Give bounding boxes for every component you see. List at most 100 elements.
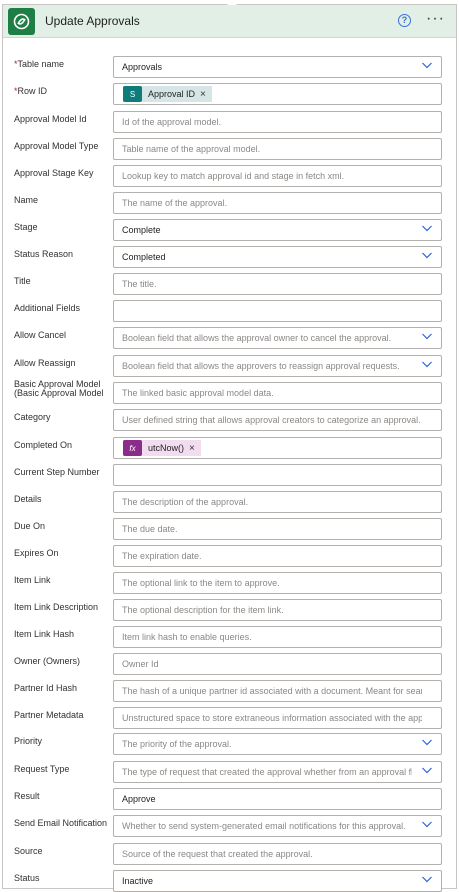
owner-placeholder: Owner Id: [122, 659, 159, 669]
priority-placeholder: The priority of the approval.: [122, 739, 232, 749]
details-input[interactable]: The description of the approval.: [113, 491, 442, 513]
additional-fields-input[interactable]: [113, 300, 442, 322]
help-icon[interactable]: ?: [398, 14, 411, 27]
partner-id-hash-label: Partner Id Hash: [14, 683, 112, 694]
category-input[interactable]: User defined string that allows approval…: [113, 409, 442, 431]
row-id-input[interactable]: S Approval ID ×: [113, 83, 442, 105]
partner-metadata-label-text: Partner Metadata: [14, 710, 84, 720]
table-name-label-text: Table name: [17, 59, 65, 69]
due-on-label-text: Due On: [14, 521, 46, 531]
owner-input[interactable]: Owner Id: [113, 653, 442, 675]
allow-reassign-label-text: Allow Reassign: [14, 358, 76, 368]
send-email-notification-placeholder: Whether to send system-generated email n…: [122, 821, 406, 831]
status-reason-selected-value: Completed: [122, 252, 166, 262]
allow-reassign-label: Allow Reassign: [14, 358, 112, 369]
category-label-text: Category: [14, 412, 51, 422]
partner-metadata-placeholder: Unstructured space to store extraneous i…: [122, 713, 422, 723]
result-value: Approve: [122, 794, 156, 804]
approval-stage-key-input[interactable]: Lookup key to match approval id and stag…: [113, 165, 442, 187]
stage-dropdown[interactable]: Complete: [113, 219, 442, 241]
stage-label: Stage: [14, 222, 112, 233]
expires-on-placeholder: The expiration date.: [122, 551, 202, 561]
priority-label-text: Priority: [14, 736, 43, 746]
chevron-down-icon[interactable]: [422, 767, 432, 774]
completed-on-label-text: Completed On: [14, 440, 73, 450]
send-email-notification-label: Send Email Notification: [14, 818, 112, 829]
basic-approval-model-input[interactable]: The linked basic approval model data.: [113, 382, 442, 404]
title-placeholder: The title.: [122, 279, 157, 289]
current-step-number-label: Current Step Number: [14, 467, 112, 478]
remove-token-icon[interactable]: ×: [200, 89, 206, 100]
details-placeholder: The description of the approval.: [122, 497, 249, 507]
action-title: Update Approvals: [45, 14, 140, 28]
approval-stage-key-label: Approval Stage Key: [14, 168, 112, 179]
approval-model-type-input[interactable]: Table name of the approval model.: [113, 138, 442, 160]
request-type-placeholder: The type of request that created the app…: [122, 767, 412, 777]
item-link-description-label-text: Item Link Description: [14, 602, 99, 612]
chevron-down-icon[interactable]: [422, 333, 432, 340]
allow-cancel-placeholder: Boolean field that allows the approval o…: [122, 333, 392, 343]
approval-model-id-label: Approval Model Id: [14, 114, 112, 125]
chevron-down-icon[interactable]: [422, 225, 432, 232]
request-type-dropdown[interactable]: The type of request that created the app…: [113, 761, 442, 783]
row-id-token-label: Approval ID: [148, 89, 196, 99]
send-email-notification-dropdown[interactable]: Whether to send system-generated email n…: [113, 815, 442, 837]
completed-on-label: Completed On: [14, 440, 112, 451]
result-label: Result: [14, 791, 112, 802]
row-id-label-text: Row ID: [17, 86, 48, 96]
chevron-down-icon[interactable]: [422, 876, 432, 883]
action-header[interactable]: Update Approvals ? ···: [3, 5, 456, 38]
more-options-icon[interactable]: ···: [426, 10, 445, 28]
partner-metadata-input[interactable]: Unstructured space to store extraneous i…: [113, 707, 442, 729]
approval-stage-key-placeholder: Lookup key to match approval id and stag…: [122, 171, 345, 181]
row-id-token[interactable]: S Approval ID ×: [123, 86, 212, 102]
approval-model-id-placeholder: Id of the approval model.: [122, 117, 222, 127]
partner-id-hash-input[interactable]: The hash of a unique partner id associat…: [113, 680, 442, 702]
name-label: Name: [14, 195, 112, 206]
chevron-down-icon[interactable]: [422, 62, 432, 69]
partner-id-hash-label-text: Partner Id Hash: [14, 683, 78, 693]
remove-token-icon[interactable]: ×: [189, 443, 195, 454]
allow-reassign-dropdown[interactable]: Boolean field that allows the approvers …: [113, 355, 442, 377]
additional-fields-label-text: Additional Fields: [14, 303, 81, 313]
chevron-down-icon[interactable]: [422, 252, 432, 259]
completed-on-token[interactable]: fx utcNow() ×: [123, 440, 201, 456]
due-on-input[interactable]: The due date.: [113, 518, 442, 540]
additional-fields-label: Additional Fields: [14, 303, 112, 314]
title-label-text: Title: [14, 276, 31, 286]
priority-dropdown[interactable]: The priority of the approval.: [113, 733, 442, 755]
current-step-number-input[interactable]: [113, 464, 442, 486]
item-link-hash-placeholder: Item link hash to enable queries.: [122, 632, 252, 642]
item-link-input[interactable]: The optional link to the item to approve…: [113, 572, 442, 594]
item-link-hash-input[interactable]: Item link hash to enable queries.: [113, 626, 442, 648]
expires-on-input[interactable]: The expiration date.: [113, 545, 442, 567]
name-input[interactable]: The name of the approval.: [113, 192, 442, 214]
title-input[interactable]: The title.: [113, 273, 442, 295]
table-name-label: *Table name: [14, 59, 112, 70]
chevron-down-icon[interactable]: [422, 361, 432, 368]
chevron-down-icon[interactable]: [422, 739, 432, 746]
allow-cancel-label-text: Allow Cancel: [14, 330, 67, 340]
item-link-description-label: Item Link Description: [14, 602, 112, 613]
send-email-notification-label-text: Send Email Notification: [14, 818, 108, 828]
title-label: Title: [14, 276, 112, 287]
details-label: Details: [14, 494, 112, 505]
approval-model-id-input[interactable]: Id of the approval model.: [113, 111, 442, 133]
source-input[interactable]: Source of the request that created the a…: [113, 843, 442, 865]
completed-on-input[interactable]: fx utcNow() ×: [113, 437, 442, 459]
partner-metadata-label: Partner Metadata: [14, 710, 112, 721]
item-link-description-input[interactable]: The optional description for the item li…: [113, 599, 442, 621]
status-dropdown[interactable]: Inactive: [113, 870, 442, 892]
status-reason-label: Status Reason: [14, 249, 112, 260]
name-placeholder: The name of the approval.: [122, 198, 228, 208]
stage-label-text: Stage: [14, 222, 38, 232]
status-reason-dropdown[interactable]: Completed: [113, 246, 442, 268]
approval-stage-key-label-text: Approval Stage Key: [14, 168, 94, 178]
chevron-down-icon[interactable]: [422, 821, 432, 828]
item-link-placeholder: The optional link to the item to approve…: [122, 578, 280, 588]
result-input[interactable]: Approve: [113, 788, 442, 810]
table-name-dropdown[interactable]: Approvals: [113, 56, 442, 78]
allow-cancel-dropdown[interactable]: Boolean field that allows the approval o…: [113, 327, 442, 349]
basic-approval-model-placeholder: The linked basic approval model data.: [122, 388, 274, 398]
allow-reassign-placeholder: Boolean field that allows the approvers …: [122, 361, 400, 371]
